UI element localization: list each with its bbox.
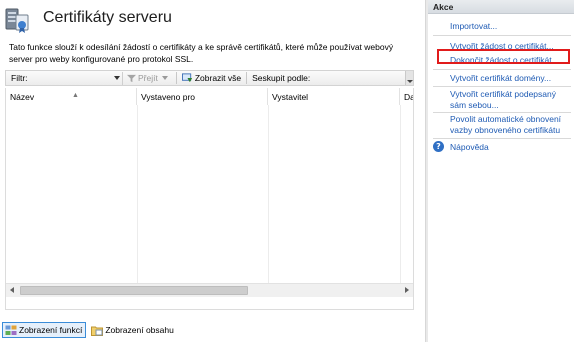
group-by-dropdown[interactable]: Seskupit podle: [248,71,314,85]
highlight-box [437,49,570,64]
column-divider [400,105,401,283]
create-domain-certificate-action[interactable]: Vytvořit certifikát domény... [450,73,572,84]
show-all-button[interactable]: Zobrazit vše [178,71,245,85]
features-view-label: Zobrazení funkcí [19,325,83,335]
page-title: Certifikáty serveru [43,9,172,26]
help-action[interactable]: Nápověda [450,142,572,153]
create-self-signed-certificate-action[interactable]: Vytvořit certifikát podepsaný sám sebou.… [450,89,572,111]
import-action[interactable]: Importovat... [450,21,572,32]
toolbar-divider [246,72,248,84]
table-header: Název ▲ Vystaveno pro Vystavitel Da [6,88,413,105]
actions-divider [433,69,571,70]
actions-pane: Akce Importovat... Vytvořit žádost o cer… [428,0,574,342]
chevron-down-icon[interactable] [161,76,168,80]
actions-divider [433,86,571,87]
toolbar-divider [175,72,177,84]
show-all-icon [181,73,192,82]
content-view-tab[interactable]: Zobrazení obsahu [89,322,177,338]
page-description: Tato funkce slouží k odesílání žádostí o… [9,42,394,64]
content-view-icon [91,326,104,336]
actions-divider [433,35,571,36]
group-by-label: Seskupit podle: [252,73,311,83]
enable-automatic-rebind-action[interactable]: Povolit automatické obnovení vazby obnov… [450,114,572,136]
server-certificate-icon [5,8,29,33]
column-divider [268,105,269,283]
actions-header: Akce [428,0,574,14]
features-view-tab[interactable]: Zobrazení funkcí [2,322,87,338]
column-header-issuer[interactable]: Vystavitel [268,88,400,105]
chevron-down-icon[interactable] [114,75,120,80]
column-divider [137,105,138,283]
show-all-label: Zobrazit vše [194,73,242,83]
funnel-icon [127,74,136,82]
scrollbar-thumb[interactable] [20,286,248,295]
toolbar-overflow-button[interactable] [405,71,413,85]
table-body[interactable] [6,105,413,283]
help-icon: ? [433,141,444,152]
go-button[interactable]: Přejít [123,71,175,85]
filter-label: Filtr: [11,73,28,83]
sort-ascending-icon: ▲ [72,92,79,99]
filter-toolbar: Filtr: Přejít Zobrazit vše Seskupit podl… [5,70,414,86]
view-switcher: Zobrazení funkcí Zobrazení obsahu [0,320,425,340]
main-pane: Certifikáty serveru Tato funkce slouží k… [0,0,425,342]
actions-divider [433,112,571,113]
features-view-icon [5,325,17,335]
scroll-left-icon[interactable] [6,284,19,297]
column-header-date[interactable]: Da [400,88,413,105]
certificates-table: Název ▲ Vystaveno pro Vystavitel Da [5,88,414,310]
column-header-name[interactable]: Název ▲ [6,88,137,105]
filter-input[interactable] [36,71,123,85]
go-button-label: Přejít [138,73,158,83]
content-view-label: Zobrazení obsahu [105,325,174,335]
horizontal-scrollbar[interactable] [6,283,413,297]
actions-divider [433,138,571,139]
column-header-issued-to[interactable]: Vystaveno pro [137,88,268,105]
scroll-right-icon[interactable] [400,284,413,297]
